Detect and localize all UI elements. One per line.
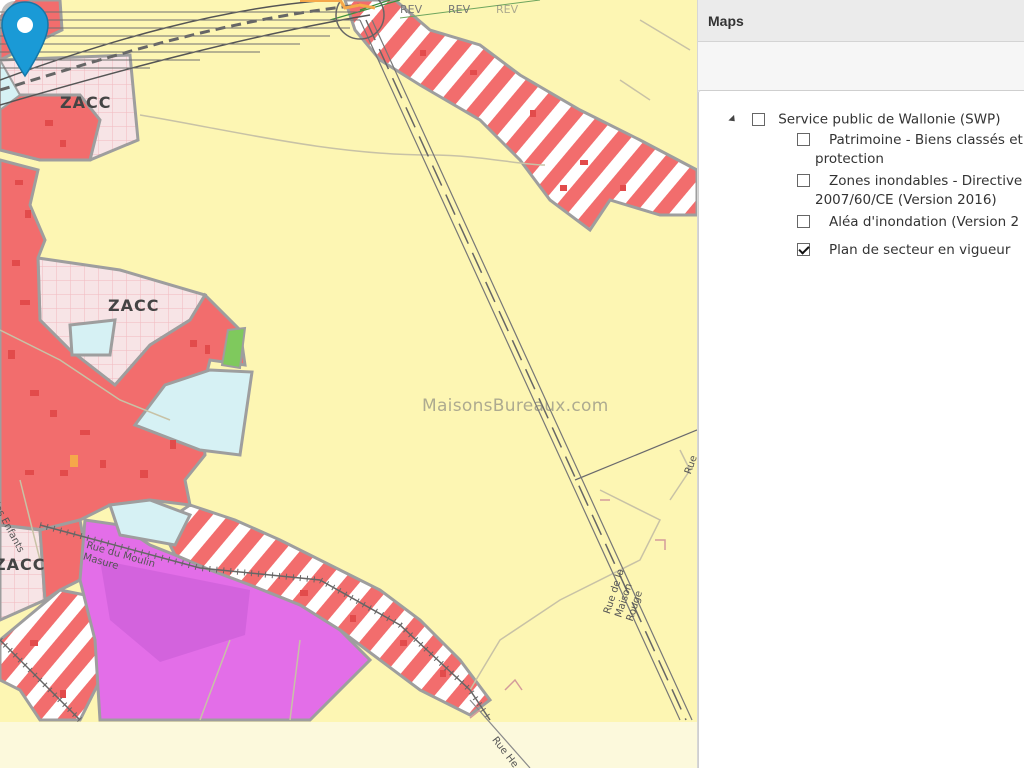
tree-node-label-swp: Service public de Wallonie (SWP)	[778, 111, 1001, 128]
tree-node-zones-inondables: Zones inondables - Directive 2007/60/CE …	[797, 172, 1024, 210]
tree-node-label-zones-inondables-2: 2007/60/CE (Version 2016)	[815, 192, 997, 208]
tree-node-patrimoine: Patrimoine - Biens classés et protection	[797, 131, 1024, 169]
public-services-zone-2	[68, 318, 117, 357]
panel-toolbar-area	[698, 42, 1024, 91]
panel-title: Maps	[708, 13, 744, 29]
building-orange	[70, 455, 78, 467]
checkbox-zones-inondables[interactable]	[797, 174, 810, 187]
tree-node-swp: Service public de Wallonie (SWP)	[728, 109, 1001, 128]
tree-node-label-zones-inondables-1: Zones inondables - Directive	[829, 173, 1023, 189]
tree-node-label-plan-secteur: Plan de secteur en vigueur	[829, 242, 1011, 258]
tree-node-alea-inondation: Aléa d'inondation (Version 2	[797, 213, 1024, 232]
expand-arrow-icon[interactable]	[728, 114, 738, 125]
map-view[interactable]: ZACC ZACC ZACC REV REV REV Rue des Enfan…	[0, 0, 697, 768]
checkbox-swp[interactable]	[752, 113, 766, 126]
layers-panel: Maps Service public de Wallonie (SWP) Pa…	[697, 0, 1024, 768]
tree-node-label-patrimoine-1: Patrimoine - Biens classés et	[829, 132, 1023, 148]
checkbox-plan-secteur[interactable]	[797, 243, 810, 256]
map-bottom-band	[0, 722, 697, 768]
checkbox-alea-inondation[interactable]	[797, 215, 810, 228]
panel-header: Maps	[698, 0, 1024, 42]
tree-node-plan-secteur: Plan de secteur en vigueur	[797, 241, 1024, 260]
checkbox-patrimoine[interactable]	[797, 133, 810, 146]
watermark-text: MaisonsBureaux.com	[422, 396, 609, 416]
map-pin-icon[interactable]	[0, 0, 50, 78]
residential-zone-north	[0, 93, 102, 162]
map-canvas[interactable]	[0, 0, 697, 768]
tree-node-label-patrimoine-2: protection	[815, 151, 884, 167]
layer-tree: Service public de Wallonie (SWP) Patrimo…	[698, 90, 1024, 768]
tree-node-label-alea-inondation: Aléa d'inondation (Version 2	[829, 214, 1020, 230]
